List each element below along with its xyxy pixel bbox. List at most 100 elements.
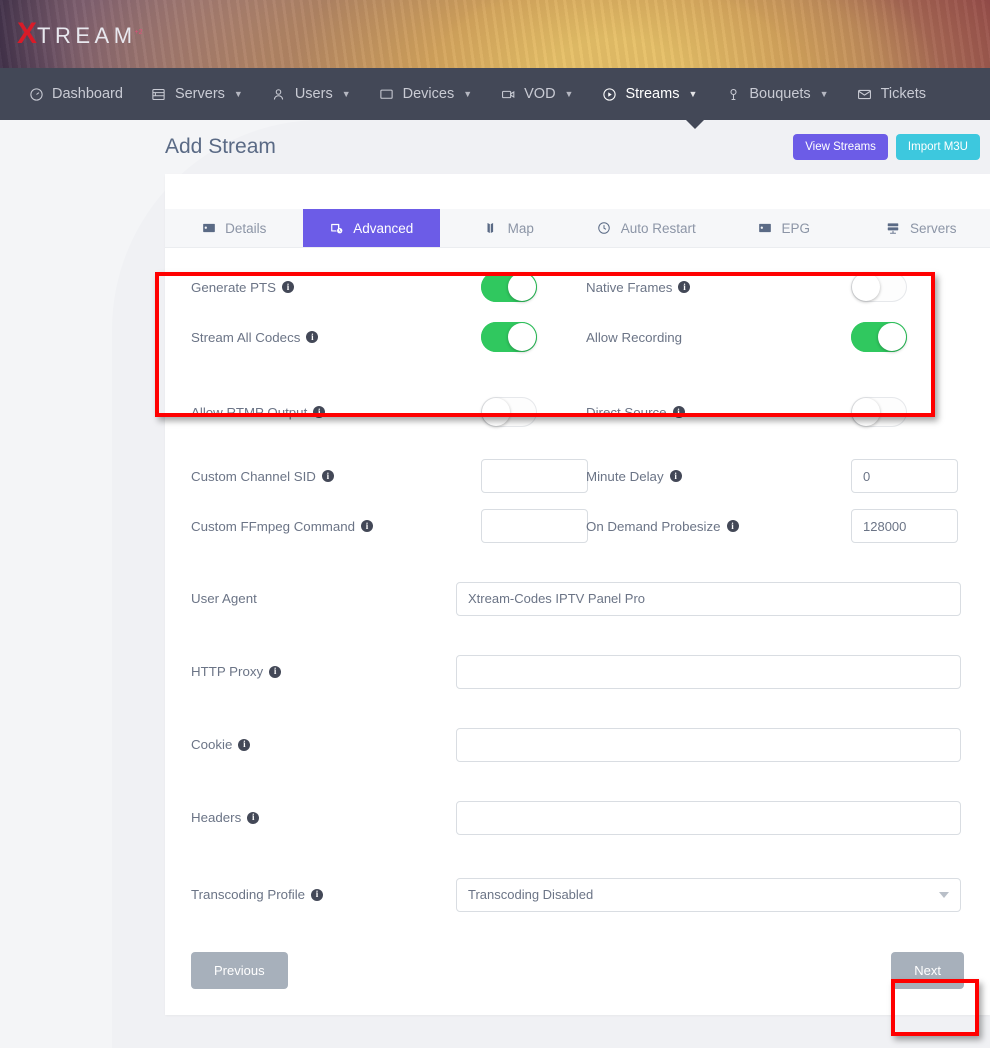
- chevron-down-icon: ▼: [342, 89, 351, 99]
- page-body: Add Stream View Streams Import M3U Detai…: [0, 120, 990, 1048]
- info-icon[interactable]: i: [322, 470, 334, 482]
- nav-label-streams: Streams: [625, 86, 679, 102]
- info-icon[interactable]: i: [282, 281, 294, 293]
- toggle-allow-rtmp-output[interactable]: [481, 397, 537, 427]
- nav-label-servers: Servers: [175, 86, 225, 102]
- form-footer: Previous Next: [191, 922, 964, 995]
- nav-item-streams[interactable]: Streams ▼: [587, 68, 711, 120]
- user-agent-input[interactable]: [456, 582, 961, 616]
- field-generate-pts-control: [481, 272, 586, 302]
- form-row-custom-channel-sid: Custom Channel SID i Minute Delay i: [191, 451, 964, 501]
- info-icon[interactable]: i: [361, 520, 373, 532]
- next-button[interactable]: Next: [891, 952, 964, 989]
- info-icon[interactable]: i: [306, 331, 318, 343]
- logo-x-mark: X: [17, 19, 36, 49]
- field-on-demand-probesize-control: [851, 509, 956, 543]
- info-icon[interactable]: i: [247, 812, 259, 824]
- tab-map[interactable]: Map: [440, 209, 578, 247]
- tv-guide-icon: [757, 221, 772, 236]
- label-transcoding-profile: Transcoding Profile: [191, 887, 305, 902]
- tab-label-details: Details: [225, 221, 266, 236]
- nav-item-tickets[interactable]: Tickets: [843, 68, 940, 120]
- field-allow-recording-label: Allow Recording: [586, 330, 851, 345]
- field-allow-recording-control: [851, 322, 956, 352]
- custom-ffmpeg-command-input[interactable]: [481, 509, 588, 543]
- toggle-direct-source[interactable]: [851, 397, 907, 427]
- info-icon[interactable]: i: [238, 739, 250, 751]
- tab-auto-restart[interactable]: Auto Restart: [578, 209, 716, 247]
- form-row-stream-all-codecs: Stream All Codecs i Allow Recording: [191, 312, 964, 362]
- info-icon[interactable]: i: [673, 406, 685, 418]
- nav-item-servers[interactable]: Servers ▼: [137, 68, 257, 120]
- label-allow-recording: Allow Recording: [586, 330, 682, 345]
- xtream-logo[interactable]: X TREAM +2: [17, 19, 145, 49]
- label-direct-source: Direct Source: [586, 405, 667, 420]
- view-streams-button[interactable]: View Streams: [793, 134, 888, 161]
- server-stack-icon: [886, 221, 901, 236]
- previous-button[interactable]: Previous: [191, 952, 288, 989]
- field-minute-delay-control: [851, 459, 956, 493]
- logo-superscript: +2: [135, 29, 143, 36]
- main-navigation: Dashboard Servers ▼ Users ▼ Devices ▼: [0, 68, 990, 120]
- headers-input[interactable]: [456, 801, 961, 835]
- field-custom-ffmpeg-control: [481, 509, 586, 543]
- chevron-down-icon: ▼: [688, 89, 697, 99]
- label-on-demand-probesize: On Demand Probesize: [586, 519, 721, 534]
- tab-label-auto-restart: Auto Restart: [621, 221, 696, 236]
- label-headers: Headers: [191, 810, 241, 825]
- tab-advanced[interactable]: Advanced: [303, 209, 441, 247]
- page-header-row: Add Stream View Streams Import M3U: [165, 120, 990, 174]
- form-row-generate-pts: Generate PTS i Native Frames i: [191, 262, 964, 312]
- info-icon[interactable]: i: [269, 666, 281, 678]
- stream-form-card: Details Advanced: [165, 174, 990, 1015]
- toggle-allow-recording[interactable]: [851, 322, 907, 352]
- map-icon: [484, 221, 499, 236]
- tab-servers[interactable]: Servers: [853, 209, 990, 247]
- info-icon[interactable]: i: [678, 281, 690, 293]
- card-top-spacer: [165, 174, 990, 209]
- toggle-native-frames[interactable]: [851, 272, 907, 302]
- bouquet-icon: [725, 86, 741, 102]
- minute-delay-input[interactable]: [851, 459, 958, 493]
- tab-epg[interactable]: EPG: [715, 209, 853, 247]
- info-icon[interactable]: i: [311, 889, 323, 901]
- field-transcoding-profile-label: Transcoding Profile i: [191, 887, 456, 902]
- nav-item-devices[interactable]: Devices ▼: [365, 68, 487, 120]
- nav-item-bouquets[interactable]: Bouquets ▼: [711, 68, 842, 120]
- cookie-input[interactable]: [456, 728, 961, 762]
- chevron-down-icon: ▼: [463, 89, 472, 99]
- chevron-down-icon: ▼: [565, 89, 574, 99]
- server-icon: [151, 86, 167, 102]
- label-custom-channel-sid: Custom Channel SID: [191, 469, 316, 484]
- info-icon[interactable]: i: [727, 520, 739, 532]
- info-icon[interactable]: i: [670, 470, 682, 482]
- chevron-down-icon: ▼: [234, 89, 243, 99]
- video-icon: [500, 86, 516, 102]
- field-http-proxy-label: HTTP Proxy i: [191, 664, 456, 679]
- form-row-cookie: Cookie i: [191, 717, 964, 772]
- transcoding-profile-select[interactable]: [456, 878, 961, 912]
- field-cookie-label: Cookie i: [191, 737, 456, 752]
- http-proxy-input[interactable]: [456, 655, 961, 689]
- field-allow-rtmp-label: Allow RTMP Output i: [191, 405, 481, 420]
- label-http-proxy: HTTP Proxy: [191, 664, 263, 679]
- nav-item-dashboard[interactable]: Dashboard: [14, 68, 137, 120]
- nav-item-users[interactable]: Users ▼: [257, 68, 365, 120]
- tab-label-advanced: Advanced: [353, 221, 413, 236]
- custom-channel-sid-input[interactable]: [481, 459, 588, 493]
- import-m3u-button[interactable]: Import M3U: [896, 134, 980, 161]
- gauge-icon: [28, 86, 44, 102]
- field-native-frames-control: [851, 272, 956, 302]
- label-custom-ffmpeg-command: Custom FFmpeg Command: [191, 519, 355, 534]
- toggle-stream-all-codecs[interactable]: [481, 322, 537, 352]
- on-demand-probesize-input[interactable]: [851, 509, 958, 543]
- field-user-agent-label: User Agent: [191, 591, 456, 606]
- play-circle-icon: [601, 86, 617, 102]
- nav-item-vod[interactable]: VOD ▼: [486, 68, 587, 120]
- field-generate-pts-label: Generate PTS i: [191, 280, 481, 295]
- tab-details[interactable]: Details: [165, 209, 303, 247]
- toggle-generate-pts[interactable]: [481, 272, 537, 302]
- label-generate-pts: Generate PTS: [191, 280, 276, 295]
- transcoding-profile-select-wrap: [456, 878, 961, 912]
- info-icon[interactable]: i: [313, 406, 325, 418]
